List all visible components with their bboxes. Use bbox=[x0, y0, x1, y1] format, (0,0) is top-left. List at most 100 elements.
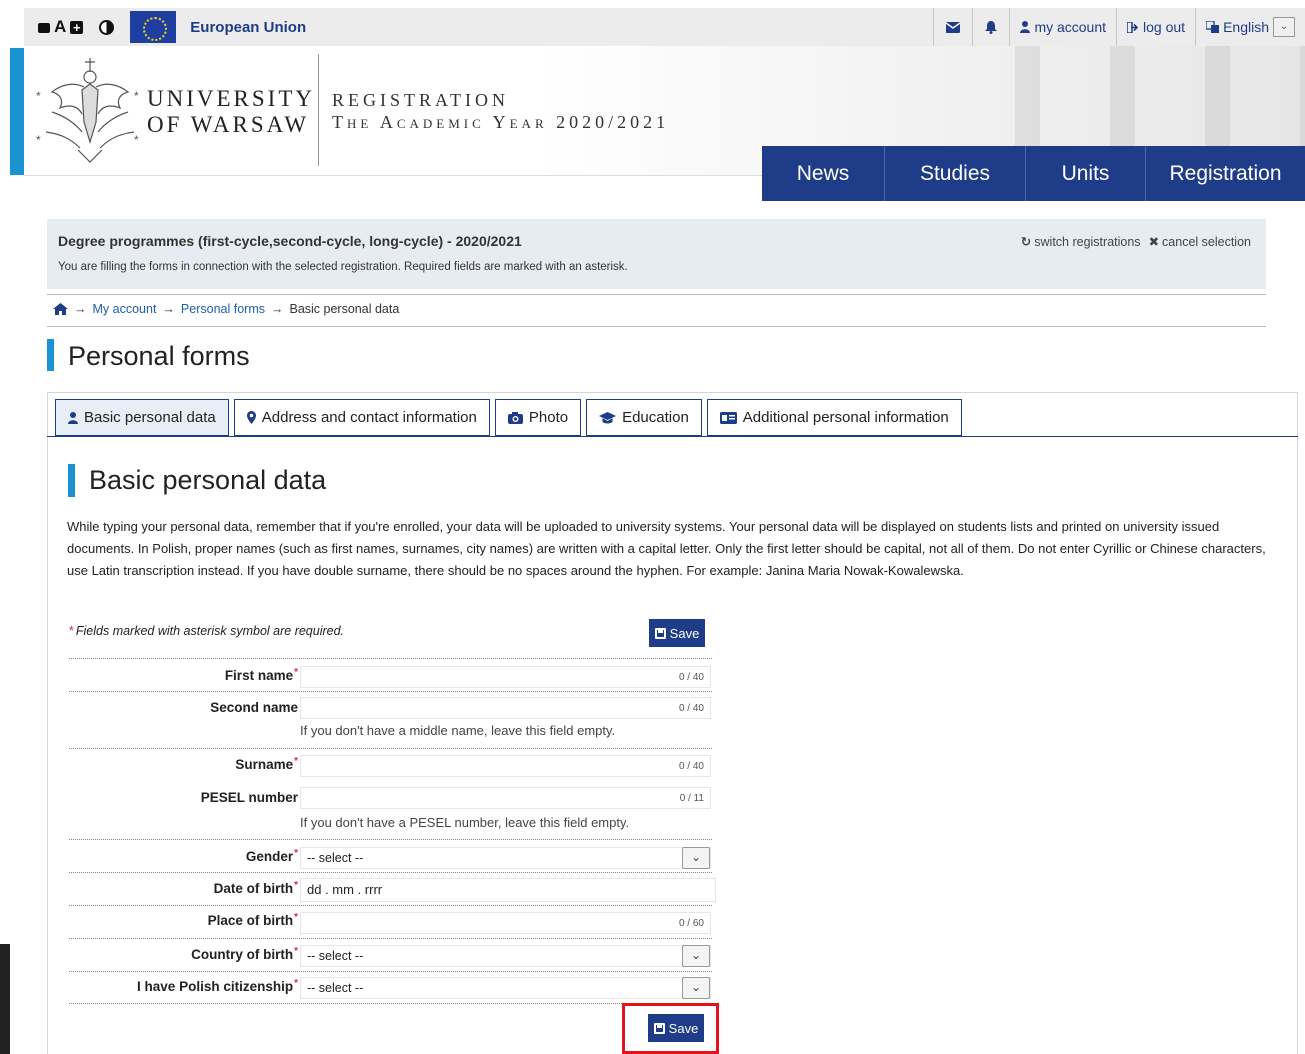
save-button-top[interactable]: Save bbox=[649, 619, 705, 647]
breadcrumb-my-account[interactable]: My account bbox=[93, 302, 157, 316]
field-hint: If you don't have a PESEL number, leave … bbox=[300, 815, 630, 830]
surname-input[interactable]: 0 / 40 bbox=[300, 755, 711, 777]
user-icon bbox=[1020, 21, 1031, 33]
mail-icon[interactable] bbox=[933, 8, 972, 46]
nav-units[interactable]: Units bbox=[1026, 146, 1146, 201]
registration-title: REGISTRATION bbox=[332, 90, 509, 110]
divider bbox=[47, 294, 1266, 295]
tab-address-contact[interactable]: Address and contact information bbox=[233, 399, 490, 436]
field-label: Second name bbox=[210, 700, 298, 715]
breadcrumb-arrow: → bbox=[162, 302, 175, 316]
registration-info-box: Degree programmes (first-cycle,second-cy… bbox=[47, 219, 1266, 289]
page-title: Personal forms bbox=[68, 341, 250, 371]
user-icon bbox=[68, 411, 78, 424]
section-title: Basic personal data bbox=[89, 465, 327, 495]
second-name-input[interactable]: 0 / 40 bbox=[300, 697, 711, 719]
default-font-button[interactable]: A bbox=[54, 17, 66, 37]
char-counter: 0 / 40 bbox=[678, 761, 704, 772]
intro-text: While typing your personal data, remembe… bbox=[67, 519, 1266, 578]
svg-text:*: * bbox=[36, 133, 41, 147]
place-of-birth-input[interactable]: 0 / 60 bbox=[300, 912, 711, 934]
language-icon bbox=[1206, 21, 1220, 33]
pesel-input[interactable]: 0 / 11 bbox=[300, 787, 711, 809]
field-label: First name* bbox=[224, 667, 298, 683]
tab-education[interactable]: Education bbox=[586, 399, 702, 436]
form-row-second-name: Second name 0 / 40 If you don't have a m… bbox=[69, 691, 712, 748]
form-row-pesel: PESEL number 0 / 11 If you don't have a … bbox=[69, 781, 712, 839]
save-button-highlight bbox=[622, 1003, 719, 1054]
header-accent-bar bbox=[10, 48, 24, 175]
map-marker-icon bbox=[246, 411, 256, 424]
user-menu: my account log out English ⌄ bbox=[933, 8, 1305, 46]
breadcrumb-personal-forms[interactable]: Personal forms bbox=[181, 302, 265, 316]
camera-icon bbox=[507, 411, 523, 424]
university-name[interactable]: UNIVERSITY OF WARSAW bbox=[147, 86, 315, 138]
accessibility-tools: A + bbox=[24, 17, 115, 37]
my-account-link[interactable]: my account bbox=[1009, 8, 1116, 46]
first-name-input[interactable]: 0 / 40 bbox=[300, 666, 711, 688]
date-of-birth-input[interactable]: dd . mm . rrrr bbox=[300, 878, 716, 902]
form-row-date-of-birth: Date of birth* dd . mm . rrrr bbox=[69, 872, 716, 905]
chevron-down-icon[interactable]: ⌄ bbox=[1273, 17, 1295, 37]
field-label: Surname* bbox=[235, 756, 298, 772]
breadcrumb-arrow: → bbox=[270, 302, 284, 316]
graduation-cap-icon bbox=[599, 411, 617, 423]
form-row-first-name: First name* 0 / 40 bbox=[69, 658, 712, 691]
gender-select[interactable]: -- select -- ⌄ bbox=[300, 847, 711, 869]
nav-studies[interactable]: Studies bbox=[885, 146, 1026, 201]
contrast-icon[interactable] bbox=[99, 19, 115, 35]
sign-out-icon bbox=[1127, 21, 1139, 33]
field-label: I have Polish citizenship* bbox=[137, 978, 298, 994]
academic-year: The Academic Year 2020/2021 bbox=[332, 112, 670, 132]
nav-news[interactable]: News bbox=[762, 146, 885, 201]
id-card-icon bbox=[719, 411, 737, 424]
form-row-gender: Gender* -- select -- ⌄ bbox=[69, 839, 712, 872]
top-bar: A + European Union my account log out En… bbox=[24, 8, 1305, 46]
char-counter: 0 / 60 bbox=[678, 918, 704, 929]
divider bbox=[47, 326, 1266, 327]
country-of-birth-select[interactable]: -- select -- ⌄ bbox=[300, 945, 711, 967]
decrease-font-icon[interactable] bbox=[38, 23, 50, 33]
field-hint: If you don't have a middle name, leave t… bbox=[300, 723, 616, 738]
field-label: Gender* bbox=[245, 848, 298, 864]
refresh-icon: ↻ bbox=[1020, 235, 1032, 249]
form-row-surname: Surname* 0 / 40 bbox=[69, 748, 712, 781]
char-counter: 0 / 40 bbox=[678, 703, 704, 714]
required-note: * Fields marked with asterisk symbol are … bbox=[69, 624, 345, 638]
left-edge bbox=[0, 0, 24, 1054]
tab-additional-info[interactable]: Additional personal information bbox=[706, 399, 962, 436]
title-accent-bar bbox=[47, 339, 54, 371]
breadcrumb-arrow: → bbox=[74, 302, 87, 316]
eu-label: European Union bbox=[190, 18, 307, 36]
field-label: Date of birth* bbox=[213, 880, 298, 896]
form-row-place-of-birth: Place of birth* 0 / 60 bbox=[69, 905, 712, 938]
polish-citizenship-select[interactable]: -- select -- ⌄ bbox=[300, 977, 711, 999]
tabs-baseline bbox=[47, 436, 1298, 437]
main-navigation: News Studies Units Registration bbox=[762, 146, 1305, 201]
svg-text:*: * bbox=[36, 89, 41, 103]
language-selector[interactable]: English ⌄ bbox=[1195, 8, 1305, 46]
close-icon: ✖ bbox=[1148, 235, 1160, 249]
switch-registrations-link[interactable]: ↻ switch registrations bbox=[1021, 234, 1141, 249]
university-eagle-logo[interactable]: * * * * bbox=[34, 52, 146, 167]
bell-icon[interactable] bbox=[972, 8, 1009, 46]
registration-description: You are filling the forms in connection … bbox=[58, 261, 628, 273]
svg-text:*: * bbox=[134, 133, 139, 147]
registration-name: Degree programmes (first-cycle,second-cy… bbox=[58, 233, 522, 249]
increase-font-icon[interactable]: + bbox=[70, 20, 84, 34]
char-counter: 0 / 11 bbox=[679, 793, 704, 804]
svg-text:*: * bbox=[134, 89, 139, 103]
chevron-down-icon: ⌄ bbox=[682, 847, 710, 869]
nav-registration[interactable]: Registration bbox=[1146, 146, 1305, 201]
char-counter: 0 / 40 bbox=[678, 672, 704, 683]
breadcrumb-current: Basic personal data bbox=[289, 302, 400, 316]
form-row-country-of-birth: Country of birth* -- select -- ⌄ bbox=[69, 938, 712, 971]
log-out-link[interactable]: log out bbox=[1116, 8, 1195, 46]
home-icon[interactable] bbox=[53, 303, 68, 315]
chevron-down-icon: ⌄ bbox=[682, 945, 710, 967]
field-label: PESEL number bbox=[200, 790, 298, 805]
cancel-selection-link[interactable]: ✖ cancel selection bbox=[1149, 234, 1251, 249]
tab-basic-personal-data[interactable]: Basic personal data bbox=[55, 399, 229, 436]
tab-photo[interactable]: Photo bbox=[494, 399, 582, 436]
form-row-polish-citizenship: I have Polish citizenship* -- select -- ⌄ bbox=[69, 971, 712, 1004]
